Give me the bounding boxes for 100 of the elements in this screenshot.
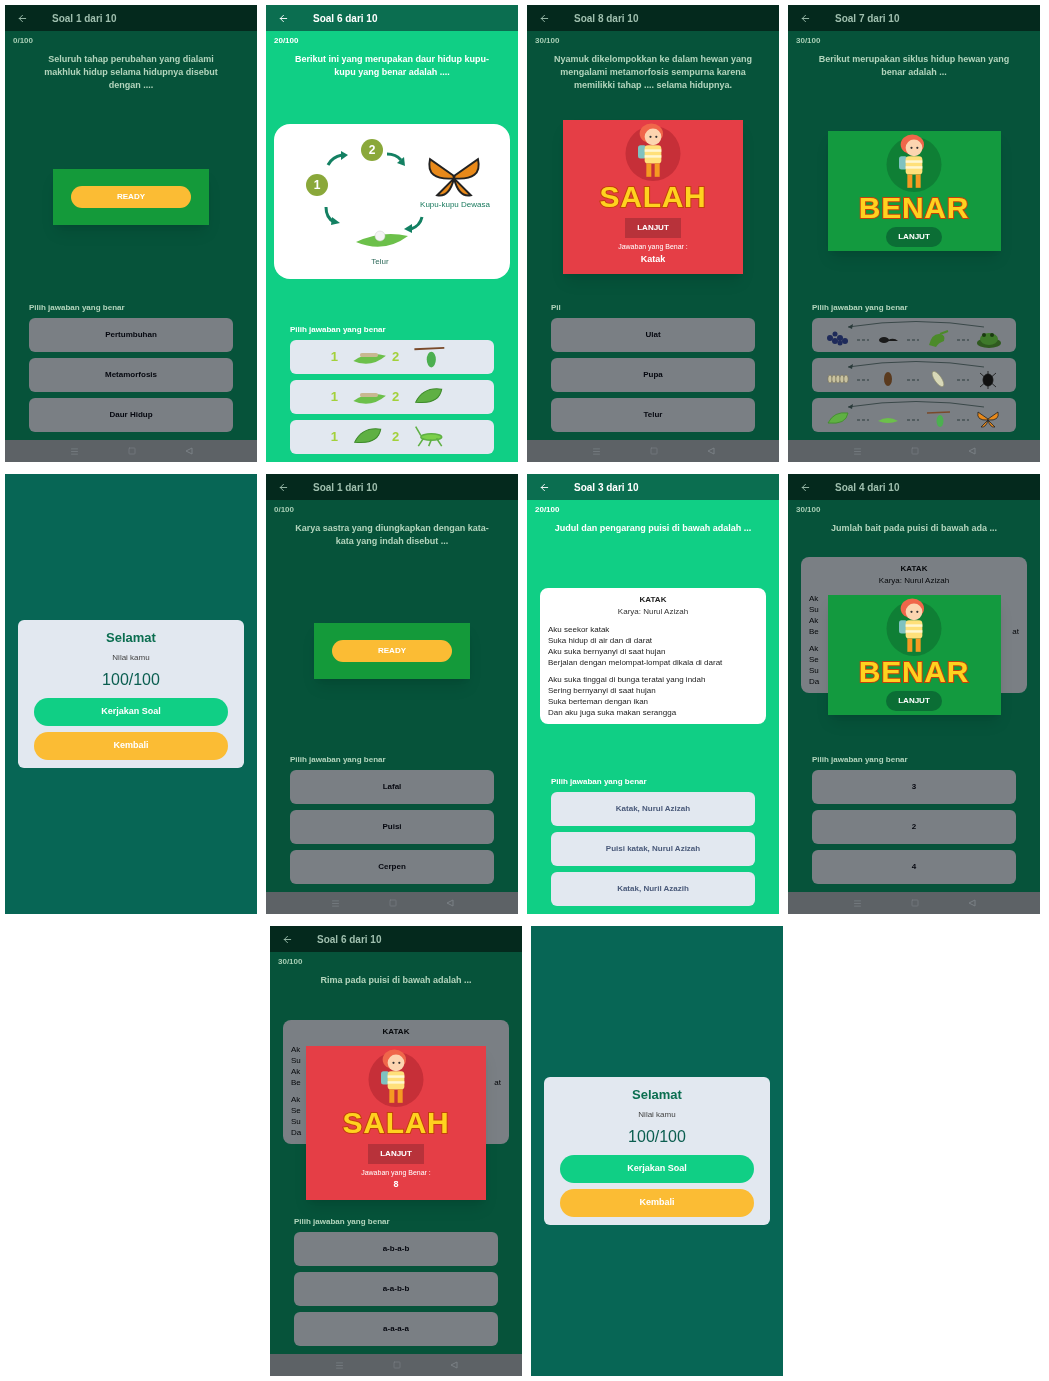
score-text: 30/100 xyxy=(278,956,304,968)
answer-option[interactable]: 3 xyxy=(812,770,1016,804)
wrong-label: SALAH xyxy=(599,182,707,212)
egg-label: Telur xyxy=(370,256,390,268)
answer-option[interactable]: Telur xyxy=(551,398,755,432)
poem-author: Karya: Nurul Azizah xyxy=(616,605,690,618)
poem-title: KATAK xyxy=(638,593,668,606)
back-arrow-icon[interactable] xyxy=(282,933,293,945)
poem-line: Su xyxy=(291,1054,301,1066)
answer-prompt: Pilih jawaban yang benar xyxy=(289,324,387,336)
curved-arrow-icon xyxy=(386,151,406,167)
back-arrow-icon[interactable] xyxy=(17,12,28,24)
back-icon[interactable] xyxy=(967,899,976,907)
back-arrow-icon[interactable] xyxy=(278,12,289,24)
poem-title: KATAK xyxy=(381,1025,411,1038)
poem-line: Da xyxy=(809,675,820,687)
question-counter: Soal 7 dari 10 xyxy=(835,11,900,26)
answer-option[interactable]: Cerpen xyxy=(290,850,494,884)
back-icon[interactable] xyxy=(445,899,454,907)
poem-line: Se xyxy=(809,653,819,665)
answer-option[interactable] xyxy=(812,398,1016,432)
question-counter: Soal 1 dari 10 xyxy=(313,480,378,495)
congratulations-title: Selamat xyxy=(106,629,156,648)
final-score: 100/100 xyxy=(102,669,160,690)
answer-option[interactable]: a-a-a-a xyxy=(294,1312,498,1346)
poem-line: Suka berteman dengan ikan xyxy=(548,695,650,707)
step-number: 1 xyxy=(306,174,328,196)
poem-line: Be xyxy=(809,625,819,637)
back-arrow-icon[interactable] xyxy=(539,481,550,493)
poem-line: Aku suka tinggal di bunga teratai yang indah xyxy=(548,673,707,685)
question-text: Seluruh tahap perubahan yang dialami makhluk hidup selama hidupnya disebut dengan .... xyxy=(43,53,219,92)
question-counter: Soal 1 dari 10 xyxy=(52,11,117,26)
answer-option[interactable]: Pupa xyxy=(551,358,755,392)
score-text: 30/100 xyxy=(796,35,822,47)
poem-line: Dan aku juga suka makan serangga xyxy=(548,706,678,718)
answer-option[interactable]: Katak, Nurul Azizah xyxy=(551,792,755,826)
answer-option[interactable]: Daur Hidup xyxy=(29,398,233,432)
answer-prompt: Pilih jawaban yang benar xyxy=(811,754,909,766)
score-text: 0/100 xyxy=(13,35,35,47)
back-icon[interactable] xyxy=(184,447,193,455)
score-text: 30/100 xyxy=(796,504,822,516)
answer-option[interactable]: Pertumbuhan xyxy=(29,318,233,352)
answer-prompt: Pilih jawaban yang benar xyxy=(28,302,126,314)
continue-button[interactable]: LANJUT xyxy=(886,690,942,711)
correct-label: BENAR xyxy=(858,656,970,687)
poem-line: Be xyxy=(291,1076,301,1088)
stage-number: 1 xyxy=(330,348,338,367)
poem-line: Berjalan dengan melompat-lompat dikala di darat xyxy=(548,656,724,668)
answer-option[interactable]: Katak, Nuril Azazih xyxy=(551,872,755,906)
answer-prompt: Pilih jawaban yang benar xyxy=(550,776,648,788)
back-arrow-icon[interactable] xyxy=(800,12,811,24)
stage-number: 2 xyxy=(392,388,400,407)
step-number: 2 xyxy=(361,139,383,161)
back-icon[interactable] xyxy=(706,447,715,455)
back-arrow-icon[interactable] xyxy=(539,12,550,24)
answer-option[interactable] xyxy=(812,318,1016,352)
question-counter: Soal 4 dari 10 xyxy=(835,480,900,495)
curved-arrow-icon xyxy=(402,216,424,234)
continue-button[interactable]: LANJUT xyxy=(625,218,681,238)
answer-option[interactable]: Lafal xyxy=(290,770,494,804)
answer-option[interactable]: Puisi xyxy=(290,810,494,844)
answer-option[interactable]: Ulat xyxy=(551,318,755,352)
stage-number: 1 xyxy=(330,388,338,407)
final-score: 100/100 xyxy=(628,1126,686,1147)
answer-prompt: Pilih jawaban yang benar xyxy=(811,302,909,314)
back-icon[interactable] xyxy=(449,1361,458,1369)
adult-butterfly-label: Kupu-kupu Dewasa xyxy=(420,200,490,209)
continue-button[interactable]: LANJUT xyxy=(886,226,942,247)
poem-line: Ak xyxy=(809,614,819,626)
answer-option[interactable]: 4 xyxy=(812,850,1016,884)
poem-line: Ak xyxy=(291,1093,301,1105)
answer-option[interactable]: a-b-a-b xyxy=(294,1232,498,1266)
score-text: 30/100 xyxy=(535,35,561,47)
answer-option[interactable]: 2 xyxy=(812,810,1016,844)
poem-line: Ak xyxy=(291,1043,301,1055)
poem-line: Se xyxy=(291,1104,301,1116)
question-text: Berikut merupakan siklus hidup hewan yang benar adalah ... xyxy=(817,53,1011,79)
poem-line: Ak xyxy=(809,592,819,604)
congratulations-title: Selamat xyxy=(632,1086,682,1105)
back-arrow-icon[interactable] xyxy=(278,481,289,493)
poem-line: Su xyxy=(291,1115,301,1127)
question-counter: Soal 3 dari 10 xyxy=(574,480,639,495)
poem-line: Su xyxy=(809,664,819,676)
score-text: 20/100 xyxy=(535,504,561,516)
back-arrow-icon[interactable] xyxy=(800,481,811,493)
back-icon[interactable] xyxy=(967,447,976,455)
continue-button[interactable]: LANJUT xyxy=(368,1143,424,1164)
answer-option[interactable] xyxy=(812,358,1016,392)
poem-line: Ak xyxy=(291,1065,301,1077)
poem-line: Aku seekor katak xyxy=(548,623,611,635)
poem-line: Ak xyxy=(809,642,819,654)
question-counter: Soal 6 dari 10 xyxy=(313,11,378,26)
answer-option[interactable]: a-a-b-b xyxy=(294,1272,498,1306)
curved-arrow-icon xyxy=(322,206,342,226)
answer-option[interactable]: Metamorfosis xyxy=(29,358,233,392)
score-label: Nilai kamu xyxy=(112,651,150,664)
stage-number: 2 xyxy=(392,348,400,367)
poem-line: Aku suka bernyanyi di saat hujan xyxy=(548,645,667,657)
poem-title: KATAK xyxy=(899,562,929,575)
answer-option[interactable]: Puisi katak, Nurul Azizah xyxy=(551,832,755,866)
